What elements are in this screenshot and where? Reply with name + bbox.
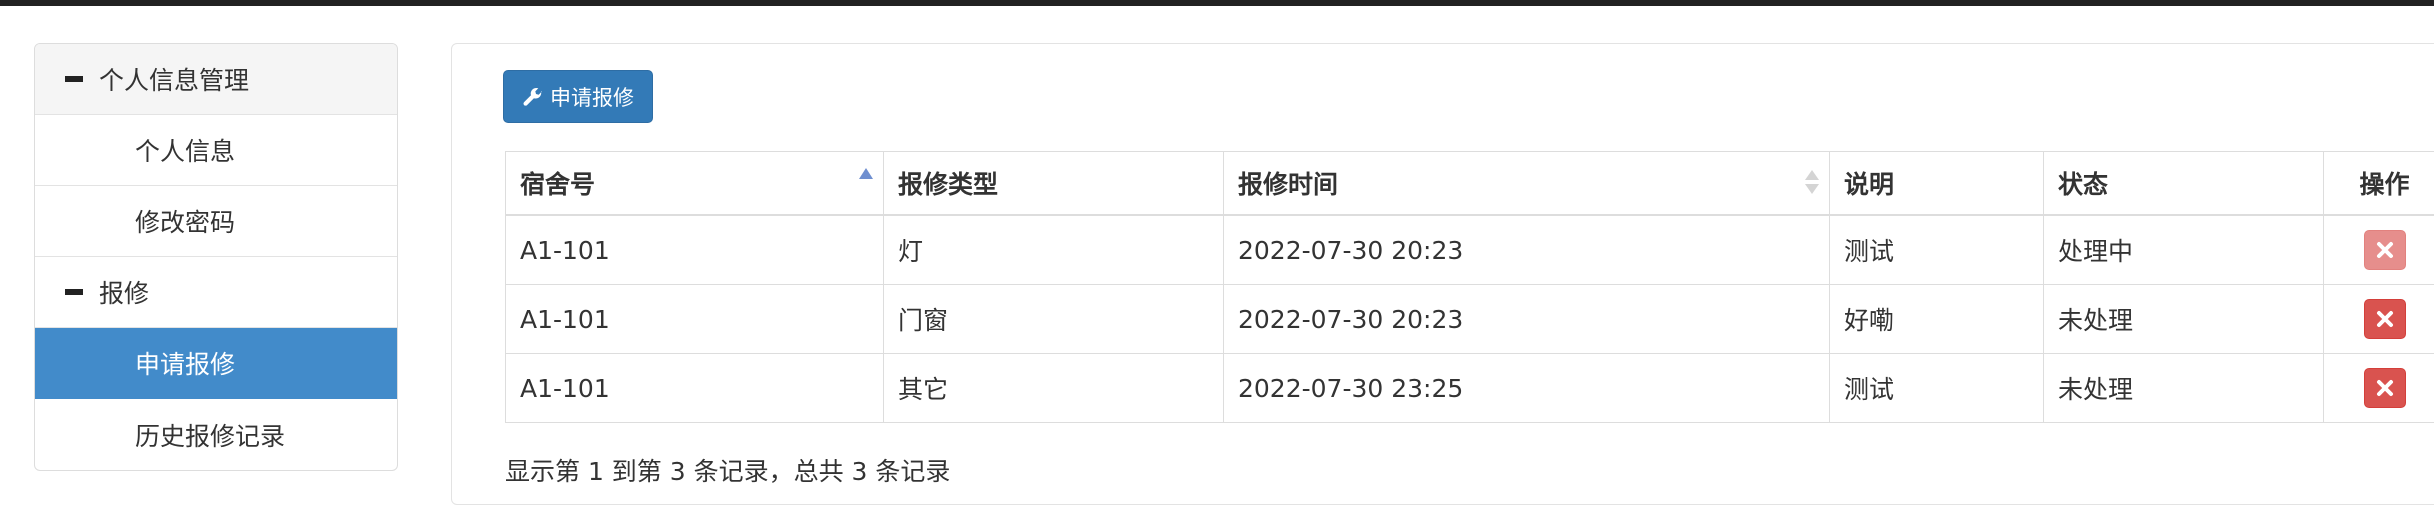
- table-row: A1-101 灯 2022-07-30 20:23 测试 处理中: [506, 215, 2434, 285]
- sidebar-item-personal-info[interactable]: 个人信息: [35, 115, 397, 186]
- cell-time: 2022-07-30 20:23: [1224, 215, 1830, 285]
- apply-repair-button[interactable]: 申请报修: [503, 70, 653, 123]
- sidebar-group-label: 报修: [99, 274, 149, 310]
- minus-icon: [65, 289, 83, 295]
- cell-note: 测试: [1830, 215, 2044, 285]
- apply-repair-label: 申请报修: [550, 82, 634, 112]
- column-header-type: 报修类型: [884, 152, 1224, 216]
- column-header-action: 操作: [2324, 152, 2434, 216]
- column-header-label: 报修时间: [1238, 170, 1338, 199]
- wrench-icon: [522, 86, 544, 108]
- cell-status: 未处理: [2044, 285, 2324, 354]
- close-icon: [2376, 310, 2394, 328]
- sidebar-item-label: 申请报修: [135, 345, 235, 381]
- sidebar-item-repair-history[interactable]: 历史报修记录: [35, 399, 397, 470]
- delete-button[interactable]: [2364, 368, 2406, 408]
- table-row: A1-101 门窗 2022-07-30 20:23 好嘞 未处理: [506, 285, 2434, 354]
- sidebar-item-label: 历史报修记录: [135, 417, 285, 453]
- sort-icon: [1805, 170, 1819, 198]
- repair-table: 宿舍号 报修类型 报修时间 说明 状态 操作 A1-101 灯: [505, 151, 2434, 423]
- cell-time: 2022-07-30 20:23: [1224, 285, 1830, 354]
- pagination-info: 显示第 1 到第 3 条记录，总共 3 条记录: [505, 452, 950, 488]
- cell-note: 测试: [1830, 354, 2044, 423]
- sidebar-group-label: 个人信息管理: [99, 61, 249, 97]
- cell-action: [2324, 354, 2434, 423]
- column-header-label: 操作: [2359, 170, 2409, 199]
- column-header-label: 宿舍号: [520, 170, 595, 199]
- table-row: A1-101 其它 2022-07-30 23:25 测试 未处理: [506, 354, 2434, 423]
- delete-button[interactable]: [2364, 299, 2406, 339]
- cell-time: 2022-07-30 23:25: [1224, 354, 1830, 423]
- sidebar-group-personal-info[interactable]: 个人信息管理: [35, 44, 397, 115]
- sidebar: 个人信息管理 个人信息 修改密码 报修 申请报修 历史报修记录: [34, 43, 398, 471]
- close-icon: [2376, 241, 2394, 259]
- sort-ascending-icon: [859, 168, 873, 179]
- column-header-status: 状态: [2044, 152, 2324, 216]
- sidebar-item-label: 修改密码: [135, 203, 235, 239]
- close-icon: [2376, 379, 2394, 397]
- sidebar-group-repair[interactable]: 报修: [35, 257, 397, 328]
- cell-room: A1-101: [506, 285, 884, 354]
- top-bar: [0, 0, 2434, 6]
- sidebar-item-label: 个人信息: [135, 132, 235, 168]
- cell-status: 处理中: [2044, 215, 2324, 285]
- cell-action: [2324, 215, 2434, 285]
- cell-type: 灯: [884, 215, 1224, 285]
- cell-type: 其它: [884, 354, 1224, 423]
- column-header-label: 说明: [1844, 170, 1894, 199]
- column-header-note: 说明: [1830, 152, 2044, 216]
- column-header-label: 状态: [2058, 170, 2108, 199]
- sidebar-item-apply-repair[interactable]: 申请报修: [35, 328, 397, 399]
- cell-note: 好嘞: [1830, 285, 2044, 354]
- cell-action: [2324, 285, 2434, 354]
- column-header-label: 报修类型: [898, 170, 998, 199]
- delete-button[interactable]: [2364, 230, 2406, 270]
- column-header-time[interactable]: 报修时间: [1224, 152, 1830, 216]
- column-header-room[interactable]: 宿舍号: [506, 152, 884, 216]
- table-header-row: 宿舍号 报修类型 报修时间 说明 状态 操作: [506, 152, 2434, 216]
- cell-type: 门窗: [884, 285, 1224, 354]
- sidebar-item-change-password[interactable]: 修改密码: [35, 186, 397, 257]
- minus-icon: [65, 76, 83, 82]
- cell-room: A1-101: [506, 354, 884, 423]
- cell-status: 未处理: [2044, 354, 2324, 423]
- cell-room: A1-101: [506, 215, 884, 285]
